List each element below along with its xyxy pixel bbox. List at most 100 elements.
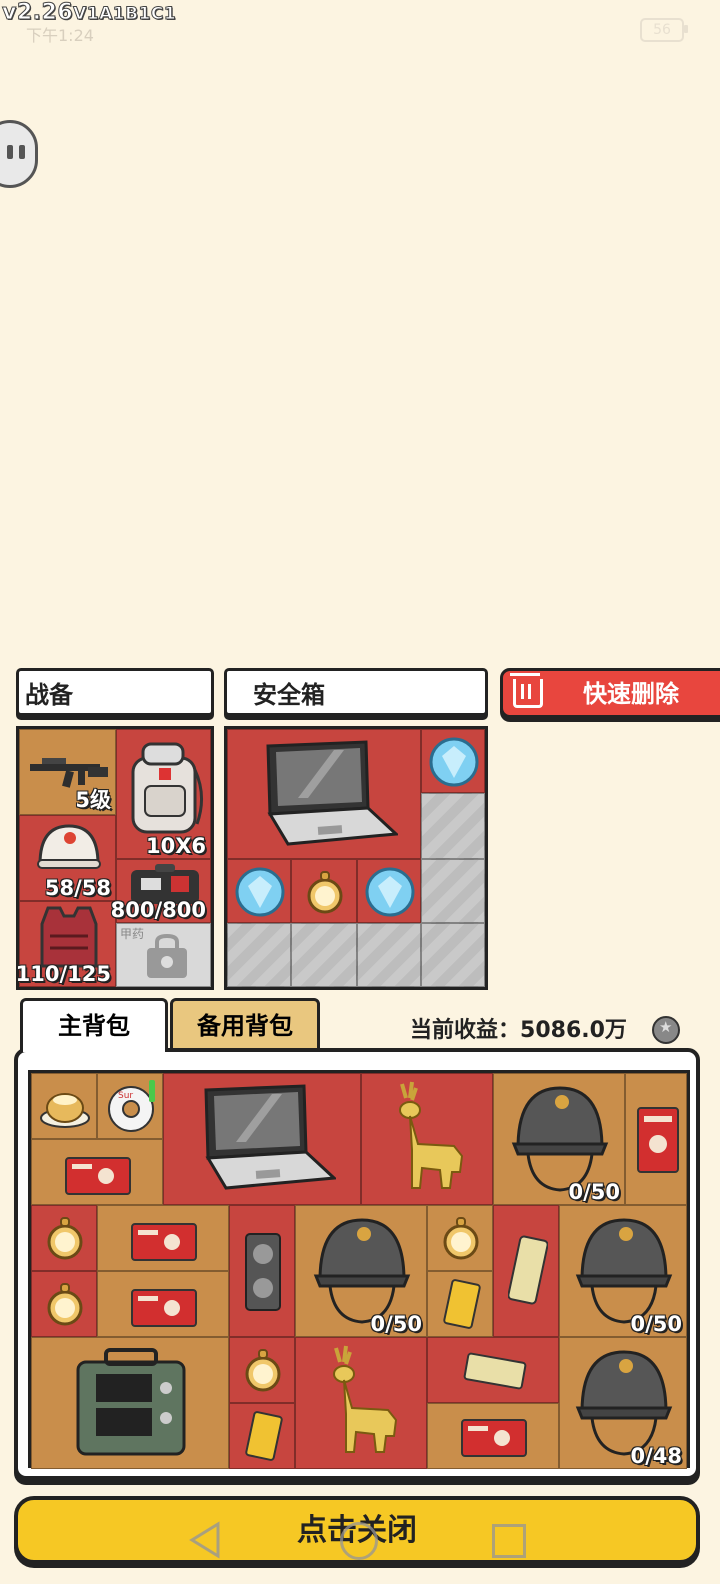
safe-item-diamond[interactable]: [227, 859, 291, 923]
item-cake[interactable]: [31, 1073, 97, 1139]
safe-item-pocket-watch[interactable]: [291, 859, 357, 923]
pocket-watch-icon: [47, 1283, 83, 1326]
weapon-slot[interactable]: 5级: [19, 729, 116, 815]
item-gpu-card[interactable]: [229, 1205, 295, 1337]
svg-text:Sur: Sur: [118, 1091, 133, 1101]
tab-backup-backpack[interactable]: 备用背包: [170, 998, 320, 1052]
equipment-grid: 5级 10X6 58/58 110/125 800/800 甲药: [16, 726, 214, 990]
gold-bar-icon: [443, 1279, 481, 1329]
helmet-icon: [37, 824, 101, 869]
lock-icon: [147, 934, 187, 978]
locked-slot[interactable]: 甲药: [116, 923, 211, 987]
item-gold-bar[interactable]: [493, 1205, 559, 1337]
helmet-count: 0/50: [370, 1312, 422, 1336]
coin-icon: [652, 1016, 680, 1044]
gold-bar-icon: [463, 1352, 527, 1390]
item-pocket-watch[interactable]: [427, 1205, 493, 1271]
safe-item-diamond[interactable]: [357, 859, 421, 923]
safe-empty-slot[interactable]: [291, 923, 357, 987]
laptop-icon: [266, 740, 398, 846]
battery-indicator: 56: [640, 18, 684, 42]
safe-empty-slot[interactable]: [421, 923, 485, 987]
item-helmet[interactable]: 0/50: [295, 1205, 427, 1337]
pause-button[interactable]: [0, 120, 38, 188]
backpack-slot[interactable]: 10X6: [116, 729, 211, 859]
item-donut[interactable]: Sur: [97, 1073, 163, 1139]
item-helmet[interactable]: 0/50: [493, 1073, 625, 1205]
home-nav-icon[interactable]: [340, 1522, 378, 1560]
red-box-icon: [65, 1157, 131, 1195]
diamond-icon: [235, 867, 285, 917]
main-backpack-panel: Sur 0/50 0/50 0/50 0/48: [14, 1048, 700, 1480]
status-clock: 下午1:24: [26, 26, 94, 45]
helmet-durability: 58/58: [44, 876, 111, 900]
item-red-box[interactable]: [97, 1205, 229, 1271]
helmet-slot[interactable]: 58/58: [19, 815, 116, 901]
diamond-icon: [365, 867, 415, 917]
battery-tip: [684, 25, 688, 33]
recents-nav-icon[interactable]: [492, 1524, 526, 1558]
safe-box-grid: [224, 726, 488, 990]
safe-empty-slot[interactable]: [357, 923, 421, 987]
safe-empty-slot[interactable]: [227, 923, 291, 987]
cake-icon: [40, 1093, 90, 1128]
golden-deer-icon: [333, 1345, 398, 1453]
laptop-icon: [204, 1084, 336, 1190]
inventory-grid: Sur 0/50 0/50 0/50 0/48: [28, 1070, 690, 1469]
pocket-watch-icon: [443, 1217, 479, 1260]
item-golden-deer[interactable]: [361, 1073, 493, 1205]
item-radio[interactable]: [31, 1337, 229, 1469]
locked-slot-label: 甲药: [120, 927, 145, 941]
armor-slot[interactable]: 110/125: [15, 901, 116, 987]
item-gold-bar[interactable]: [229, 1403, 295, 1469]
red-box-icon: [637, 1107, 679, 1173]
income-value: 5086.0万: [520, 1018, 627, 1043]
tab-main-backpack[interactable]: 主背包: [20, 998, 168, 1052]
gold-bar-icon: [508, 1235, 548, 1305]
helmet-count: 0/50: [568, 1180, 620, 1204]
item-helmet[interactable]: 0/48: [559, 1337, 687, 1469]
item-red-box[interactable]: [427, 1403, 559, 1469]
item-gold-bar[interactable]: [427, 1271, 493, 1337]
item-red-box[interactable]: [31, 1139, 163, 1205]
equipment-header: 战备: [16, 668, 214, 716]
item-red-box[interactable]: [625, 1073, 687, 1205]
item-gold-bar[interactable]: [427, 1337, 559, 1403]
item-laptop[interactable]: [163, 1073, 361, 1205]
backpack-size: 10X6: [145, 834, 206, 858]
quick-delete-label: 快速删除: [583, 680, 679, 708]
item-pocket-watch[interactable]: [31, 1205, 97, 1271]
income-display: 当前收益：5086.0万: [410, 1012, 627, 1044]
helmet-count: 0/48: [630, 1444, 682, 1468]
item-golden-deer[interactable]: [295, 1337, 427, 1469]
safe-item-laptop[interactable]: [227, 729, 421, 859]
item-pocket-watch[interactable]: [229, 1337, 295, 1403]
armor-vest-icon: [40, 906, 98, 968]
pocket-watch-icon: [307, 871, 343, 914]
red-box-icon: [131, 1289, 197, 1327]
item-helmet[interactable]: 0/50: [559, 1205, 687, 1337]
trash-icon: [510, 673, 543, 708]
radio-icon: [76, 1348, 186, 1456]
supply-slot[interactable]: 800/800: [111, 859, 211, 923]
supply-capacity: 800/800: [110, 898, 206, 922]
golden-deer-icon: [399, 1081, 464, 1189]
item-pocket-watch[interactable]: [31, 1271, 97, 1337]
gold-bar-icon: [245, 1411, 283, 1461]
red-box-icon: [461, 1419, 527, 1457]
item-red-box[interactable]: [97, 1271, 229, 1337]
quick-delete-button[interactable]: 快速删除: [500, 668, 720, 718]
donut-icon: Sur: [108, 1080, 155, 1132]
pocket-watch-icon: [47, 1217, 83, 1260]
safe-empty-slot[interactable]: [421, 793, 485, 859]
income-label: 当前收益：: [410, 1018, 521, 1043]
helmet-count: 0/50: [630, 1312, 682, 1336]
red-box-icon: [131, 1223, 197, 1261]
safe-item-diamond[interactable]: [421, 729, 485, 793]
safe-empty-slot[interactable]: [421, 859, 485, 923]
weapon-level: 5级: [75, 788, 111, 812]
armor-durability: 110/125: [15, 962, 111, 986]
backpack-icon: [131, 742, 203, 834]
diamond-icon: [429, 737, 479, 787]
back-nav-icon[interactable]: [186, 1520, 226, 1560]
